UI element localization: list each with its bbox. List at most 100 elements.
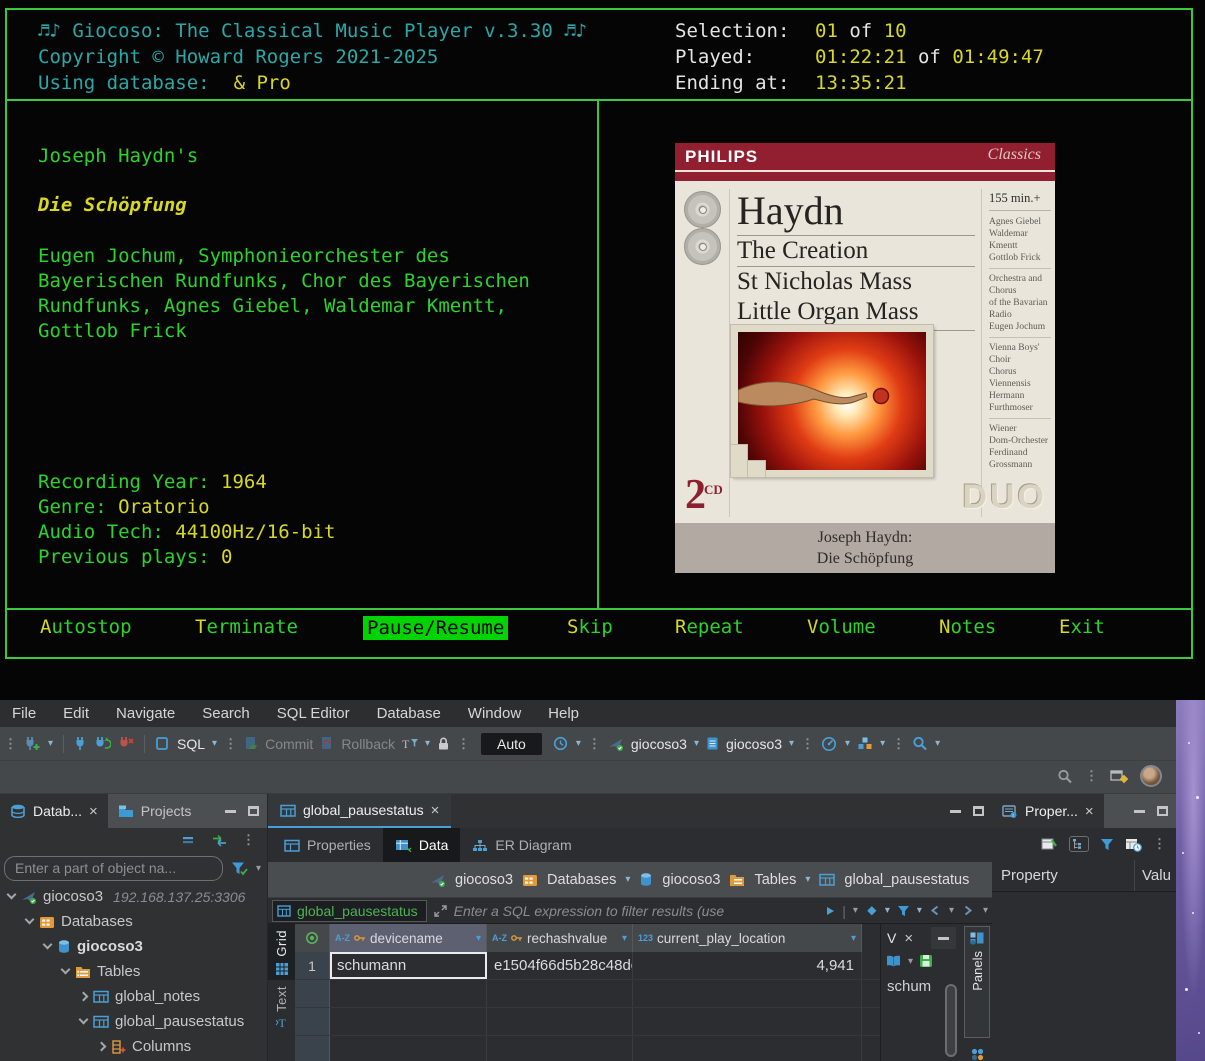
expander-down-icon[interactable] [25, 915, 35, 925]
dashboard-gauge-icon[interactable] [821, 736, 838, 751]
breadcrumb-connection[interactable]: giocoso3 [455, 872, 513, 888]
quick-search-icon[interactable] [1057, 769, 1073, 784]
cell-current-play-location[interactable]: 4,941 [633, 952, 862, 979]
transaction-log-icon[interactable]: T [402, 736, 418, 751]
repeat-button[interactable]: Repeat [675, 616, 744, 638]
breadcrumb-tables[interactable]: Tables [754, 872, 796, 888]
new-connection-icon[interactable] [24, 736, 41, 751]
menu-file[interactable]: File [12, 705, 36, 722]
view-menu-icon[interactable]: ⋮ [242, 832, 255, 848]
filter-history-dropdown[interactable]: ▾ [853, 905, 858, 916]
filters-menu-icon[interactable] [897, 905, 910, 917]
sql-editor-icon[interactable] [155, 736, 170, 751]
presentation-grid-tab[interactable]: Grid [268, 924, 295, 980]
column-filter-dropdown[interactable]: ▾ [851, 933, 856, 944]
breadcrumb-database[interactable]: giocoso3 [662, 872, 720, 888]
presentation-text-tab[interactable]: Text T [268, 980, 295, 1034]
volume-button[interactable]: Volume [807, 616, 876, 638]
link-with-editor-icon[interactable] [211, 834, 228, 847]
expander-right-icon[interactable] [79, 992, 89, 1002]
pin-table-icon[interactable] [1041, 837, 1058, 851]
sql-filter-input[interactable] [454, 903, 819, 919]
tree-item-databases-folder[interactable]: Databases [0, 909, 267, 934]
tree-item-database-giocoso3[interactable]: giocoso3 [0, 934, 267, 959]
maximize-icon[interactable] [248, 806, 259, 816]
dashboard-dropdown[interactable]: ▾ [845, 738, 850, 749]
active-connection-name[interactable]: giocoso3 [631, 736, 687, 752]
schema-compare-icon[interactable] [857, 736, 873, 751]
tab-projects[interactable]: Projects [108, 794, 202, 828]
save-value-icon[interactable] [919, 954, 933, 968]
minimize-icon[interactable] [1134, 810, 1145, 813]
open-perspective-icon[interactable] [1110, 768, 1128, 784]
menu-window[interactable]: Window [468, 705, 521, 722]
transaction-history-icon[interactable] [553, 736, 569, 751]
menu-search[interactable]: Search [202, 705, 250, 722]
row-number[interactable]: 1 [295, 952, 330, 979]
close-tab-icon[interactable]: × [89, 803, 98, 820]
panels-tab[interactable]: Panels [964, 926, 990, 1038]
subtab-er-diagram[interactable]: ER Diagram [460, 828, 583, 862]
nav-back-icon[interactable] [929, 905, 942, 916]
notes-button[interactable]: Notes [939, 616, 996, 638]
tab-database-navigator[interactable]: Datab... × [0, 794, 108, 828]
expand-filter-icon[interactable] [434, 905, 447, 917]
nav-forward-icon[interactable] [961, 905, 974, 916]
value-panel-minimize[interactable] [931, 927, 956, 949]
tree-item-connection[interactable]: giocoso3 192.168.137.25:3306 [0, 884, 267, 909]
commit-mode-auto[interactable]: Auto [481, 733, 542, 755]
column-filter-dropdown[interactable]: ▾ [476, 933, 481, 944]
tab-global-pausestatus[interactable]: global_pausestatus × [268, 794, 451, 828]
active-database-icon[interactable] [706, 736, 719, 751]
clear-dropdown[interactable]: ▾ [885, 905, 890, 916]
filter-properties-icon[interactable] [1100, 838, 1114, 851]
breadcrumb-databases[interactable]: Databases [547, 872, 616, 888]
menu-help[interactable]: Help [548, 705, 579, 722]
expander-down-icon[interactable] [7, 890, 17, 900]
disconnect-icon[interactable] [118, 736, 134, 751]
value-dropdown[interactable]: ▾ [908, 956, 913, 967]
menu-navigate[interactable]: Navigate [116, 705, 175, 722]
search-dropdown[interactable]: ▾ [935, 738, 940, 749]
maximize-icon[interactable] [1157, 806, 1168, 816]
database-dropdown[interactable]: ▾ [789, 738, 794, 749]
pause-resume-button[interactable]: Pause/Resume [363, 616, 508, 640]
value-panel-scrollbar[interactable] [945, 984, 957, 1057]
transaction-dropdown[interactable]: ▾ [425, 738, 430, 749]
filter-dropdown[interactable]: ▾ [256, 863, 261, 874]
cell-rechashvalue[interactable]: e1504f66d5b28c48dc0 [487, 952, 633, 979]
tree-item-columns[interactable]: Columns [0, 1034, 267, 1059]
active-database-name[interactable]: giocoso3 [726, 736, 782, 752]
sql-editor-dropdown[interactable]: ▾ [212, 738, 217, 749]
properties-menu-icon[interactable]: ⋮ [1153, 836, 1166, 852]
expander-down-icon[interactable] [61, 965, 71, 975]
close-tab-icon[interactable]: × [1085, 803, 1094, 820]
reconnect-icon[interactable] [94, 736, 111, 751]
collapse-all-icon[interactable] [182, 834, 197, 846]
minimize-icon[interactable] [950, 810, 961, 813]
compare-dropdown[interactable]: ▾ [880, 738, 885, 749]
connection-dropdown[interactable]: ▾ [694, 738, 699, 749]
menu-edit[interactable]: Edit [63, 705, 89, 722]
breadcrumb-dropdown[interactable]: ▾ [805, 874, 810, 885]
dictionary-book-icon[interactable] [885, 954, 902, 968]
commit-icon[interactable] [244, 736, 258, 751]
value-column-header[interactable]: Valu [1135, 867, 1171, 884]
row-selector-header[interactable] [295, 924, 330, 952]
column-filter-dropdown[interactable]: ▾ [622, 933, 627, 944]
filters-dropdown[interactable]: ▾ [917, 905, 922, 916]
subtab-data[interactable]: Data [383, 828, 461, 862]
value-grouping-icon[interactable] [970, 1048, 985, 1061]
object-filter-input[interactable] [4, 856, 223, 881]
cell-devicename[interactable]: schumann [330, 952, 487, 979]
expander-right-icon[interactable] [97, 1042, 107, 1052]
forward-dropdown[interactable]: ▾ [983, 905, 988, 916]
sql-editor-label[interactable]: SQL [177, 736, 205, 752]
new-connection-dropdown[interactable]: ▾ [48, 738, 53, 749]
lock-icon[interactable] [437, 736, 450, 751]
tree-item-tables-folder[interactable]: Tables [0, 959, 267, 984]
search-metadata-icon[interactable] [912, 736, 928, 751]
column-header-rechashvalue[interactable]: A-Z rechashvalue ▾ [487, 924, 633, 952]
exit-button[interactable]: Exit [1059, 616, 1105, 638]
apply-filter-play-icon[interactable] [825, 906, 835, 916]
